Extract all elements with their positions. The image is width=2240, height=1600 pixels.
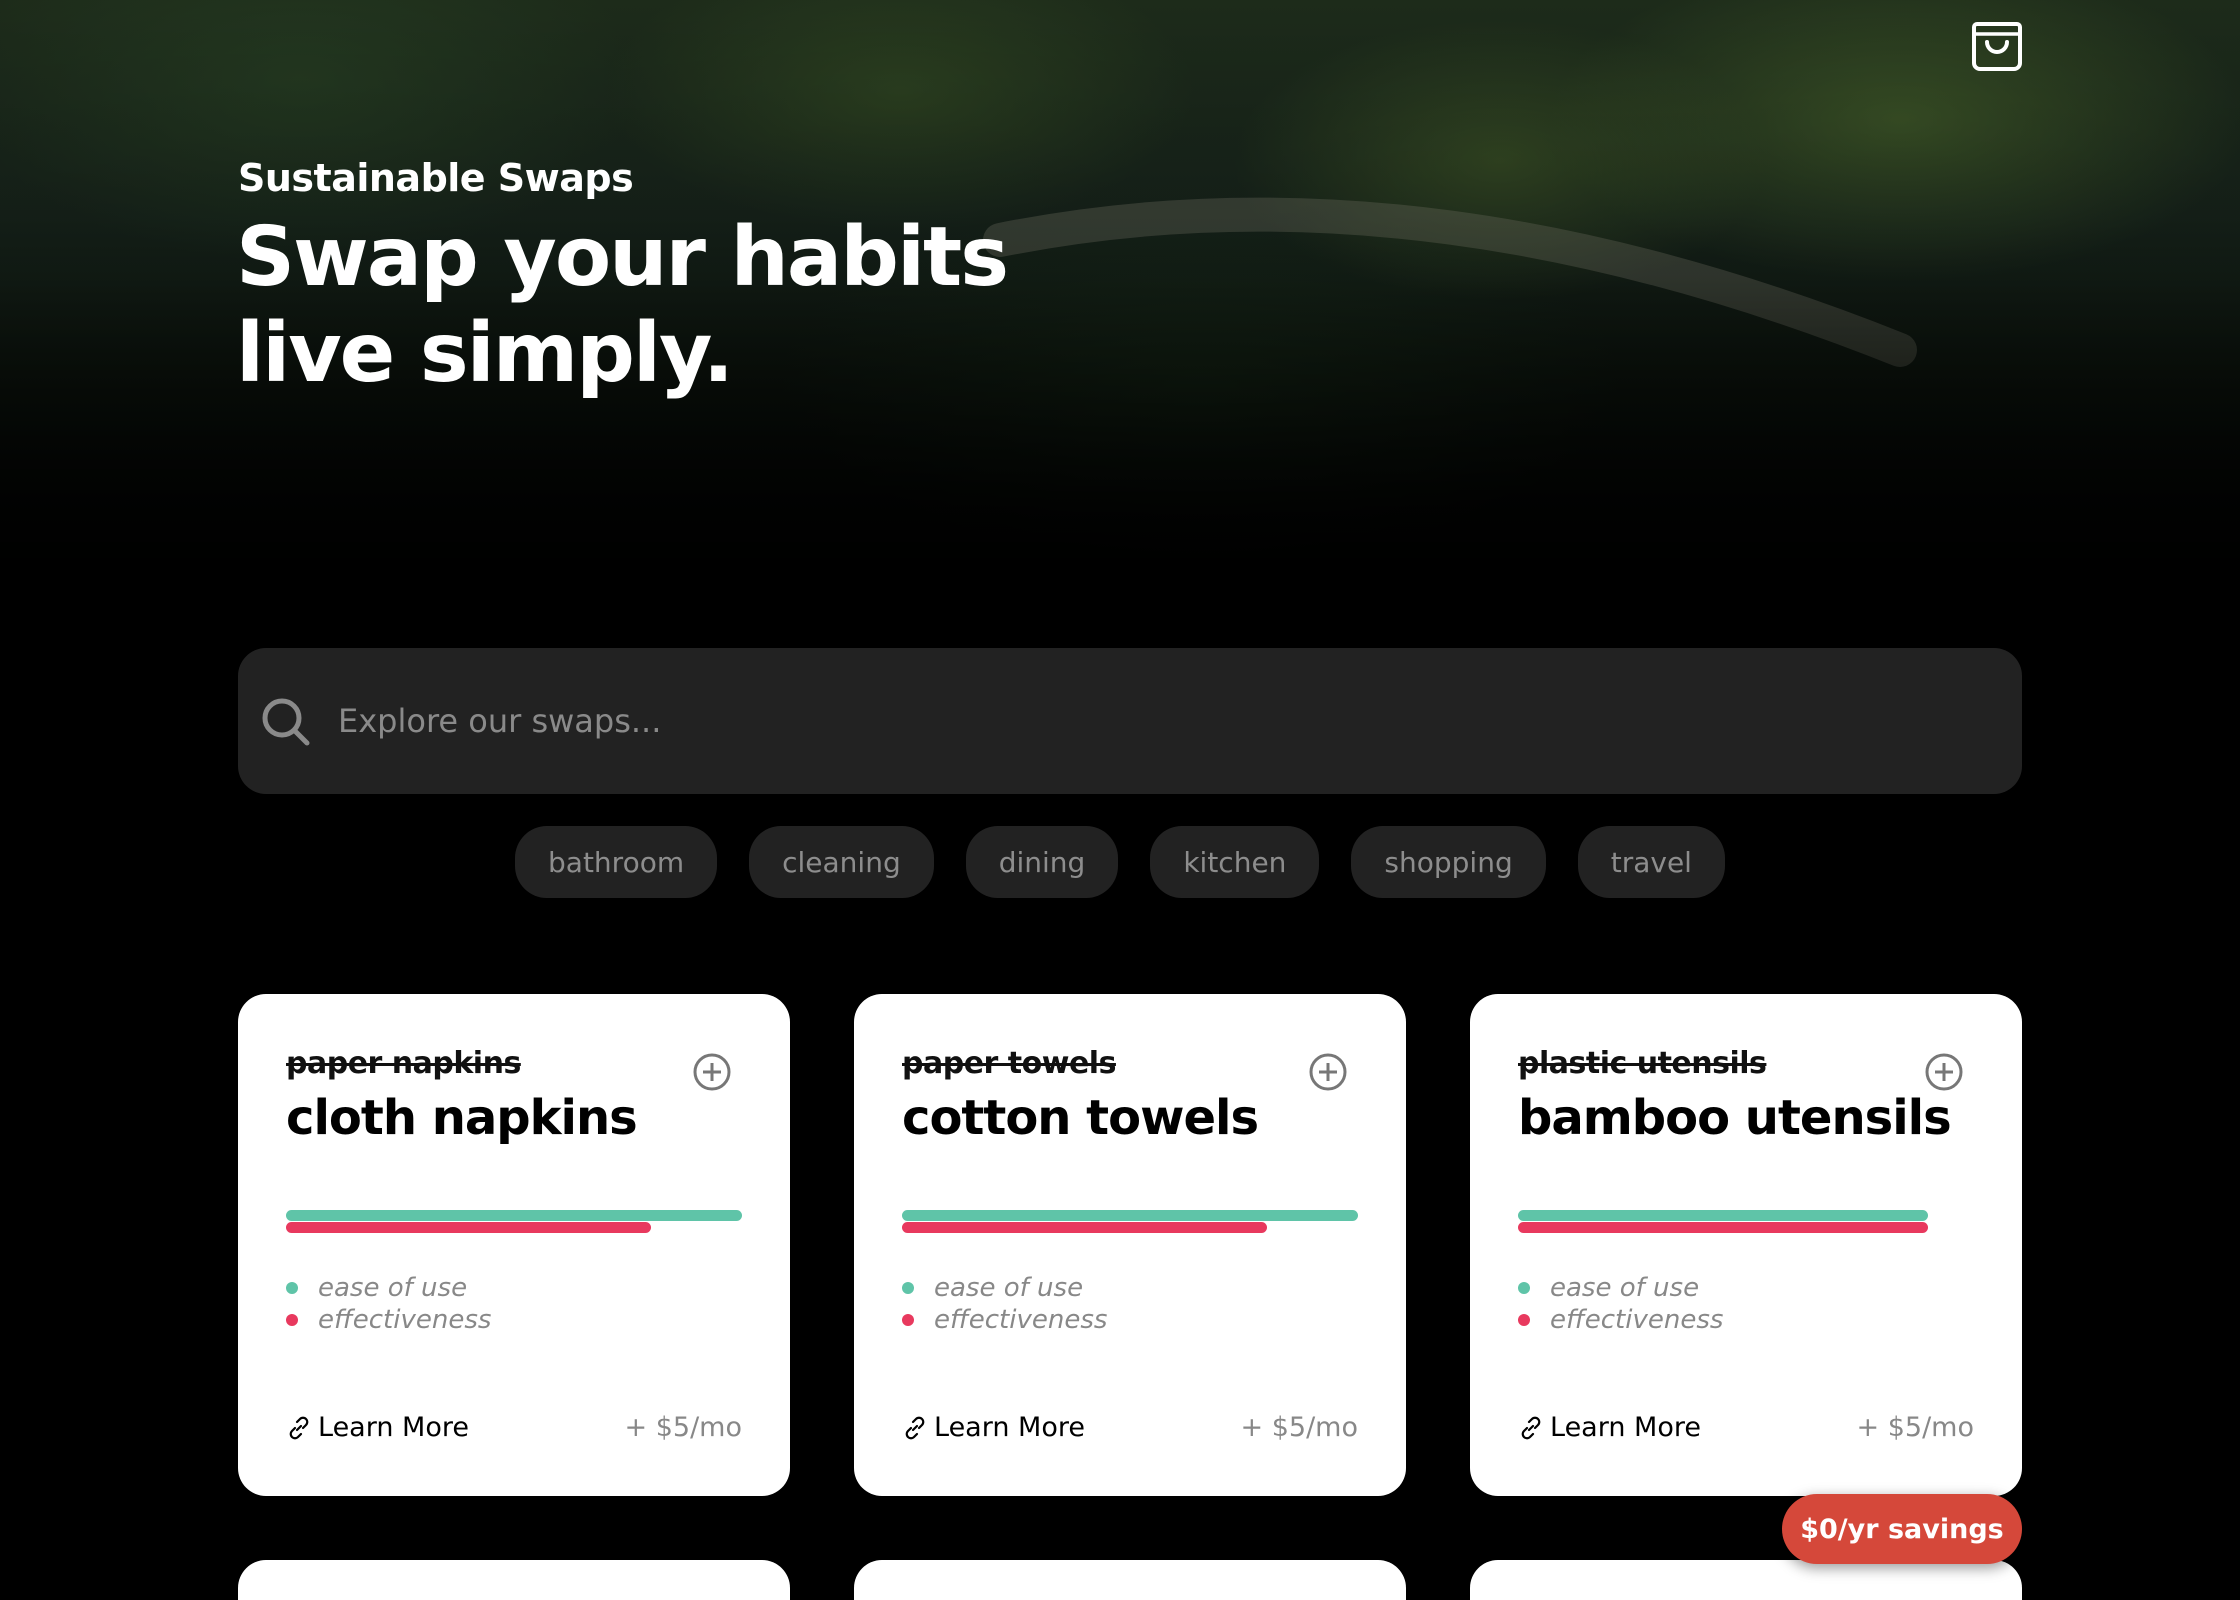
swap-card-partial	[1470, 1560, 2022, 1600]
learn-more-link[interactable]: Learn More	[902, 1412, 1085, 1443]
learn-more-link[interactable]: Learn More	[286, 1412, 469, 1443]
page: Sustainable Swaps Swap your habits live …	[0, 0, 2240, 1600]
tag-shopping[interactable]: shopping	[1351, 826, 1546, 898]
ease-dot-icon	[902, 1282, 914, 1294]
ease-of-use-bar	[902, 1210, 1358, 1221]
ease-dot-icon	[286, 1282, 298, 1294]
swap-card-partial	[238, 1560, 790, 1600]
legend-ease: ease of use	[1518, 1272, 1723, 1304]
legend-effectiveness-label: effectiveness	[934, 1305, 1108, 1335]
site-kicker: Sustainable Swaps	[238, 156, 634, 200]
ease-dot-icon	[1518, 1282, 1530, 1294]
effectiveness-dot-icon	[286, 1314, 298, 1326]
search-input[interactable]	[338, 686, 1978, 756]
add-swap-button[interactable]	[692, 1052, 732, 1092]
price-label: + $5/mo	[1240, 1412, 1358, 1443]
effectiveness-dot-icon	[902, 1314, 914, 1326]
link-icon	[1521, 1416, 1541, 1439]
legend-ease: ease of use	[902, 1272, 1107, 1304]
tag-kitchen[interactable]: kitchen	[1150, 826, 1320, 898]
category-filters: bathroom cleaning dining kitchen shoppin…	[0, 826, 2240, 898]
learn-more-label: Learn More	[318, 1412, 469, 1443]
effectiveness-bar	[1518, 1222, 1928, 1233]
rating-legend: ease of use effectiveness	[1518, 1272, 1723, 1336]
search-icon	[262, 698, 310, 746]
ease-of-use-bar	[1518, 1210, 1928, 1221]
swap-card: plastic utensils bamboo utensils ease of…	[1470, 994, 2022, 1496]
page-headline: Swap your habits live simply.	[236, 210, 1009, 402]
legend-ease-label: ease of use	[318, 1273, 468, 1303]
ease-of-use-bar	[286, 1210, 742, 1221]
swap-card: paper napkins cloth napkins ease of use …	[238, 994, 790, 1496]
add-swap-button[interactable]	[1308, 1052, 1348, 1092]
cart-button[interactable]	[1972, 16, 2022, 72]
legend-effectiveness: effectiveness	[1518, 1304, 1723, 1336]
legend-ease-label: ease of use	[934, 1273, 1084, 1303]
learn-more-link[interactable]: Learn More	[1518, 1412, 1701, 1443]
effectiveness-bar	[286, 1222, 651, 1233]
legend-ease: ease of use	[286, 1272, 491, 1304]
rating-legend: ease of use effectiveness	[286, 1272, 491, 1336]
price-label: + $5/mo	[624, 1412, 742, 1443]
legend-effectiveness-label: effectiveness	[318, 1305, 492, 1335]
link-icon	[905, 1416, 925, 1439]
old-item-label: plastic utensils	[1518, 1046, 1767, 1081]
legend-ease-label: ease of use	[1550, 1273, 1700, 1303]
tag-bathroom[interactable]: bathroom	[515, 826, 718, 898]
headline-line-1: Swap your habits	[236, 210, 1009, 305]
learn-more-label: Learn More	[934, 1412, 1085, 1443]
new-item-title: cloth napkins	[286, 1090, 638, 1146]
add-swap-button[interactable]	[1924, 1052, 1964, 1092]
rating-legend: ease of use effectiveness	[902, 1272, 1107, 1336]
tag-dining[interactable]: dining	[965, 826, 1119, 898]
tag-travel[interactable]: travel	[1577, 826, 1725, 898]
old-item-label: paper napkins	[286, 1046, 521, 1081]
effectiveness-bar	[902, 1222, 1267, 1233]
legend-effectiveness: effectiveness	[902, 1304, 1107, 1336]
shopping-bag-icon	[1972, 22, 2022, 71]
new-item-title: bamboo utensils	[1518, 1090, 1952, 1146]
old-item-label: paper towels	[902, 1046, 1116, 1081]
new-item-title: cotton towels	[902, 1090, 1259, 1146]
effectiveness-dot-icon	[1518, 1314, 1530, 1326]
swap-card: paper towels cotton towels ease of use e…	[854, 994, 1406, 1496]
swap-card-partial	[854, 1560, 1406, 1600]
search-bar	[238, 648, 2022, 794]
learn-more-label: Learn More	[1550, 1412, 1701, 1443]
legend-effectiveness: effectiveness	[286, 1304, 491, 1336]
tag-cleaning[interactable]: cleaning	[749, 826, 934, 898]
price-label: + $5/mo	[1856, 1412, 1974, 1443]
legend-effectiveness-label: effectiveness	[1550, 1305, 1724, 1335]
savings-badge[interactable]: $0/yr savings	[1782, 1494, 2022, 1564]
headline-line-2: live simply.	[236, 306, 734, 401]
link-icon	[289, 1416, 309, 1439]
